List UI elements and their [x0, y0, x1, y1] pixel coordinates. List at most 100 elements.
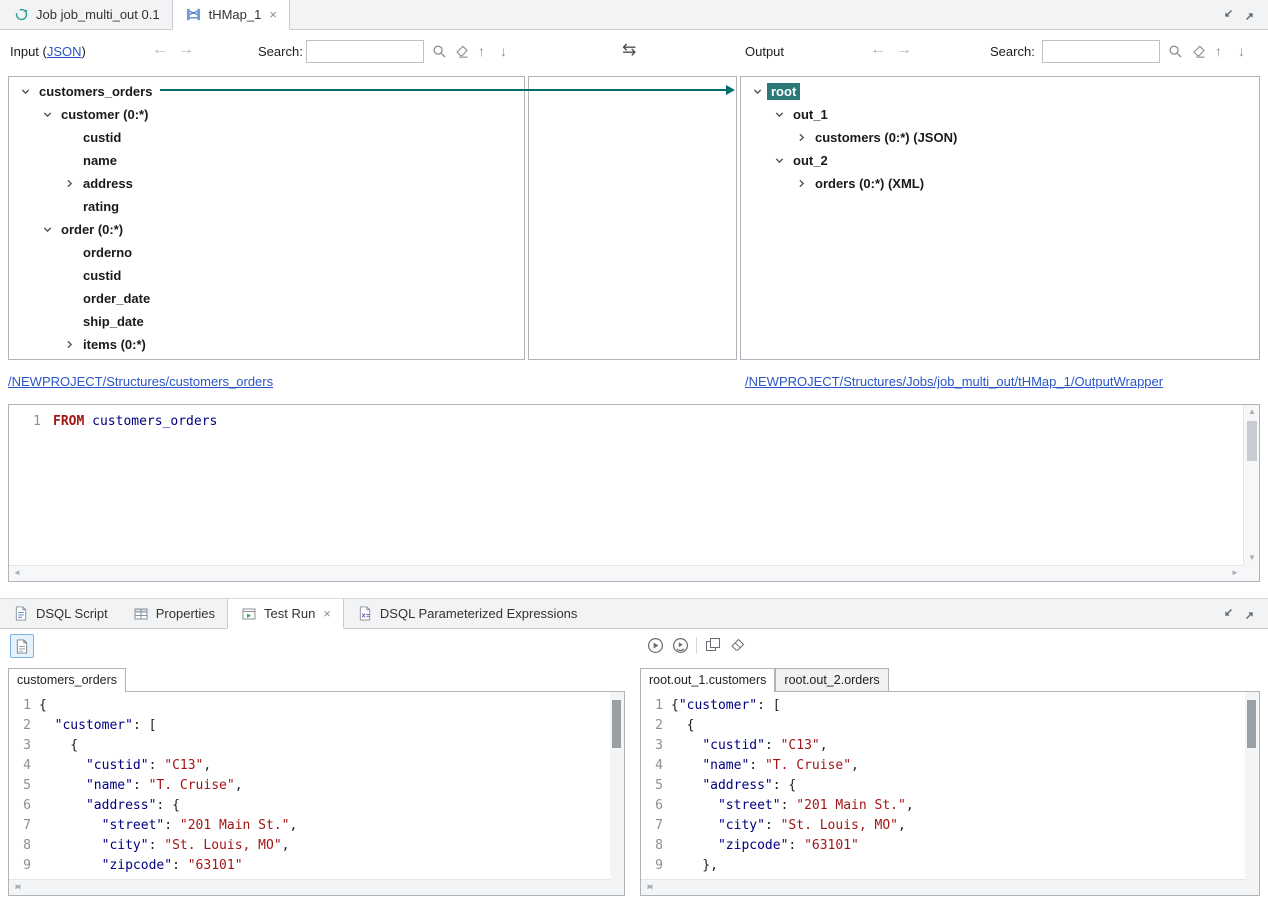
mapping-canvas[interactable] — [528, 76, 737, 360]
test-input-content[interactable]: 1{2 "customer": [3 {4 "custid": "C13",5 … — [8, 691, 625, 896]
code-line: 1{"customer": [ — [641, 696, 1243, 716]
clear-results-icon[interactable] — [729, 636, 747, 654]
output-clear-search-icon[interactable] — [1190, 42, 1208, 60]
input-tree-node-customers-orders[interactable]: customers_orders — [9, 80, 524, 103]
split-view-icon[interactable] — [704, 636, 722, 654]
input-tree-node-order-0[interactable]: order (0:*) — [9, 218, 524, 241]
chevron-right-icon[interactable] — [61, 337, 77, 353]
dsql-script-icon — [12, 605, 30, 623]
output-tree-node-orders-0-xml[interactable]: orders (0:*) (XML) — [741, 172, 1259, 195]
input-tree-node-name[interactable]: name — [9, 149, 524, 172]
run-all-tests-icon[interactable] — [671, 636, 689, 654]
run-test-icon[interactable] — [646, 636, 664, 654]
tab-root-out-2-orders[interactable]: root.out_2.orders — [775, 668, 888, 691]
line-number: 5 — [9, 776, 39, 796]
scrollbar-thumb[interactable] — [1247, 421, 1257, 461]
scroll-down-icon[interactable]: ▼ — [1244, 551, 1260, 565]
input-structure-link[interactable]: /NEWPROJECT/Structures/customers_orders — [8, 374, 273, 389]
scroll-right-icon[interactable]: ► — [1227, 566, 1243, 580]
vertical-scrollbar[interactable] — [610, 692, 624, 879]
output-tree-node-out-1[interactable]: out_1 — [741, 103, 1259, 126]
minimize-icon[interactable] — [1220, 607, 1234, 621]
input-clear-search-icon[interactable] — [453, 42, 471, 60]
output-back-icon[interactable]: ← — [870, 41, 886, 59]
input-tree-node-orderno[interactable]: orderno — [9, 241, 524, 264]
code-text: FROM customers_orders — [53, 412, 217, 431]
tab-properties[interactable]: Properties — [120, 599, 227, 628]
code-line: 8 "city": "St. Louis, MO", — [9, 836, 608, 856]
chevron-down-icon[interactable] — [17, 84, 33, 100]
tab-dsql-script[interactable]: DSQL Script — [0, 599, 120, 628]
tab-job-job-multi-out[interactable]: Job job_multi_out 0.1 — [0, 0, 172, 29]
output-tree-node-root[interactable]: root — [741, 80, 1259, 103]
tab-root-out-1-customers[interactable]: root.out_1.customers — [640, 668, 775, 692]
twistie-spacer — [61, 314, 77, 330]
dsql-editor[interactable]: 1FROM customers_orders ▲ ▼ ◄ ► — [8, 404, 1260, 582]
output-structure-link[interactable]: /NEWPROJECT/Structures/Jobs/job_multi_ou… — [745, 374, 1163, 389]
tab-dsql-parameterized-expressions[interactable]: DSQL Parameterized Expressions — [344, 599, 590, 628]
input-back-icon[interactable]: ← — [152, 41, 168, 59]
close-icon[interactable]: × — [323, 606, 331, 621]
maximize-icon[interactable] — [1244, 607, 1258, 621]
input-tree-node-custid[interactable]: custid — [9, 126, 524, 149]
tree-node-label: root — [767, 83, 800, 100]
tab-test-run[interactable]: Test Run × — [227, 599, 344, 629]
input-search-prev-icon[interactable]: ↑ — [478, 43, 485, 59]
chevron-right-icon[interactable] — [61, 176, 77, 192]
new-test-file-button[interactable] — [10, 634, 34, 658]
chevron-down-icon[interactable] — [39, 107, 55, 123]
scroll-left-icon[interactable]: ◄ — [9, 566, 25, 580]
maximize-icon[interactable] — [1244, 8, 1258, 22]
editor-horizontal-scrollbar[interactable]: ◄ ► — [9, 565, 1243, 581]
scrollbar-thumb[interactable] — [612, 700, 621, 748]
input-tree-node-customer-0[interactable]: customer (0:*) — [9, 103, 524, 126]
tab-customers-orders[interactable]: customers_orders — [8, 668, 126, 692]
properties-icon — [132, 605, 150, 623]
input-tree-node-custid[interactable]: custid — [9, 264, 524, 287]
horizontal-scrollbar[interactable]: ◄ ► — [641, 879, 1245, 895]
input-tree-node-items-0[interactable]: items (0:*) — [9, 333, 524, 356]
code-line: 8 "zipcode": "63101" — [641, 836, 1243, 856]
input-tree-node-address[interactable]: address — [9, 172, 524, 195]
horizontal-scrollbar[interactable]: ◄ ► — [9, 879, 610, 895]
test-output-json[interactable]: 1{"customer": [2 {3 "custid": "C13",4 "n… — [641, 696, 1243, 879]
input-search-icon[interactable] — [430, 42, 448, 60]
chevron-down-icon[interactable] — [771, 107, 787, 123]
input-search-next-icon[interactable]: ↓ — [500, 43, 507, 59]
output-search-next-icon[interactable]: ↓ — [1238, 43, 1245, 59]
input-search-input[interactable] — [306, 40, 424, 63]
chevron-down-icon[interactable] — [39, 222, 55, 238]
chevron-down-icon[interactable] — [771, 153, 787, 169]
input-forward-icon[interactable]: → — [178, 41, 194, 59]
minimize-icon[interactable] — [1220, 8, 1234, 22]
code-text: { — [39, 696, 47, 716]
tab-thmap-1[interactable]: tHMap_1 × — [172, 0, 290, 30]
test-input-json[interactable]: 1{2 "customer": [3 {4 "custid": "C13",5 … — [9, 696, 608, 879]
output-search-icon[interactable] — [1166, 42, 1184, 60]
scrollbar-thumb[interactable] — [1247, 700, 1256, 748]
vertical-scrollbar[interactable] — [1245, 692, 1259, 879]
dsql-code-area[interactable]: 1FROM customers_orders — [9, 405, 1243, 565]
close-icon[interactable]: × — [269, 7, 277, 22]
chevron-right-icon[interactable] — [793, 130, 809, 146]
output-tree-node-out-2[interactable]: out_2 — [741, 149, 1259, 172]
input-tree-node-order-date[interactable]: order_date — [9, 287, 524, 310]
line-number: 8 — [641, 836, 671, 856]
output-forward-icon[interactable]: → — [896, 41, 912, 59]
output-search-prev-icon[interactable]: ↑ — [1215, 43, 1222, 59]
tab-label: DSQL Script — [36, 606, 108, 621]
code-text: "custid": "C13", — [39, 756, 211, 776]
input-tree-node-rating[interactable]: rating — [9, 195, 524, 218]
output-tree-node-customers-0-json[interactable]: customers (0:*) (JSON) — [741, 126, 1259, 149]
input-tree-node-ship-date[interactable]: ship_date — [9, 310, 524, 333]
chevron-down-icon[interactable] — [749, 84, 765, 100]
input-format-link[interactable]: JSON — [47, 44, 82, 59]
scroll-up-icon[interactable]: ▲ — [1244, 405, 1260, 419]
scroll-right-icon[interactable]: ► — [9, 880, 27, 894]
scroll-right-icon[interactable]: ► — [641, 880, 659, 894]
test-output-content[interactable]: 1{"customer": [2 {3 "custid": "C13",4 "n… — [640, 691, 1260, 896]
chevron-right-icon[interactable] — [793, 176, 809, 192]
swap-io-icon[interactable]: ⇆ — [622, 40, 636, 60]
output-search-input[interactable] — [1042, 40, 1160, 63]
editor-vertical-scrollbar[interactable]: ▲ ▼ — [1243, 405, 1259, 565]
